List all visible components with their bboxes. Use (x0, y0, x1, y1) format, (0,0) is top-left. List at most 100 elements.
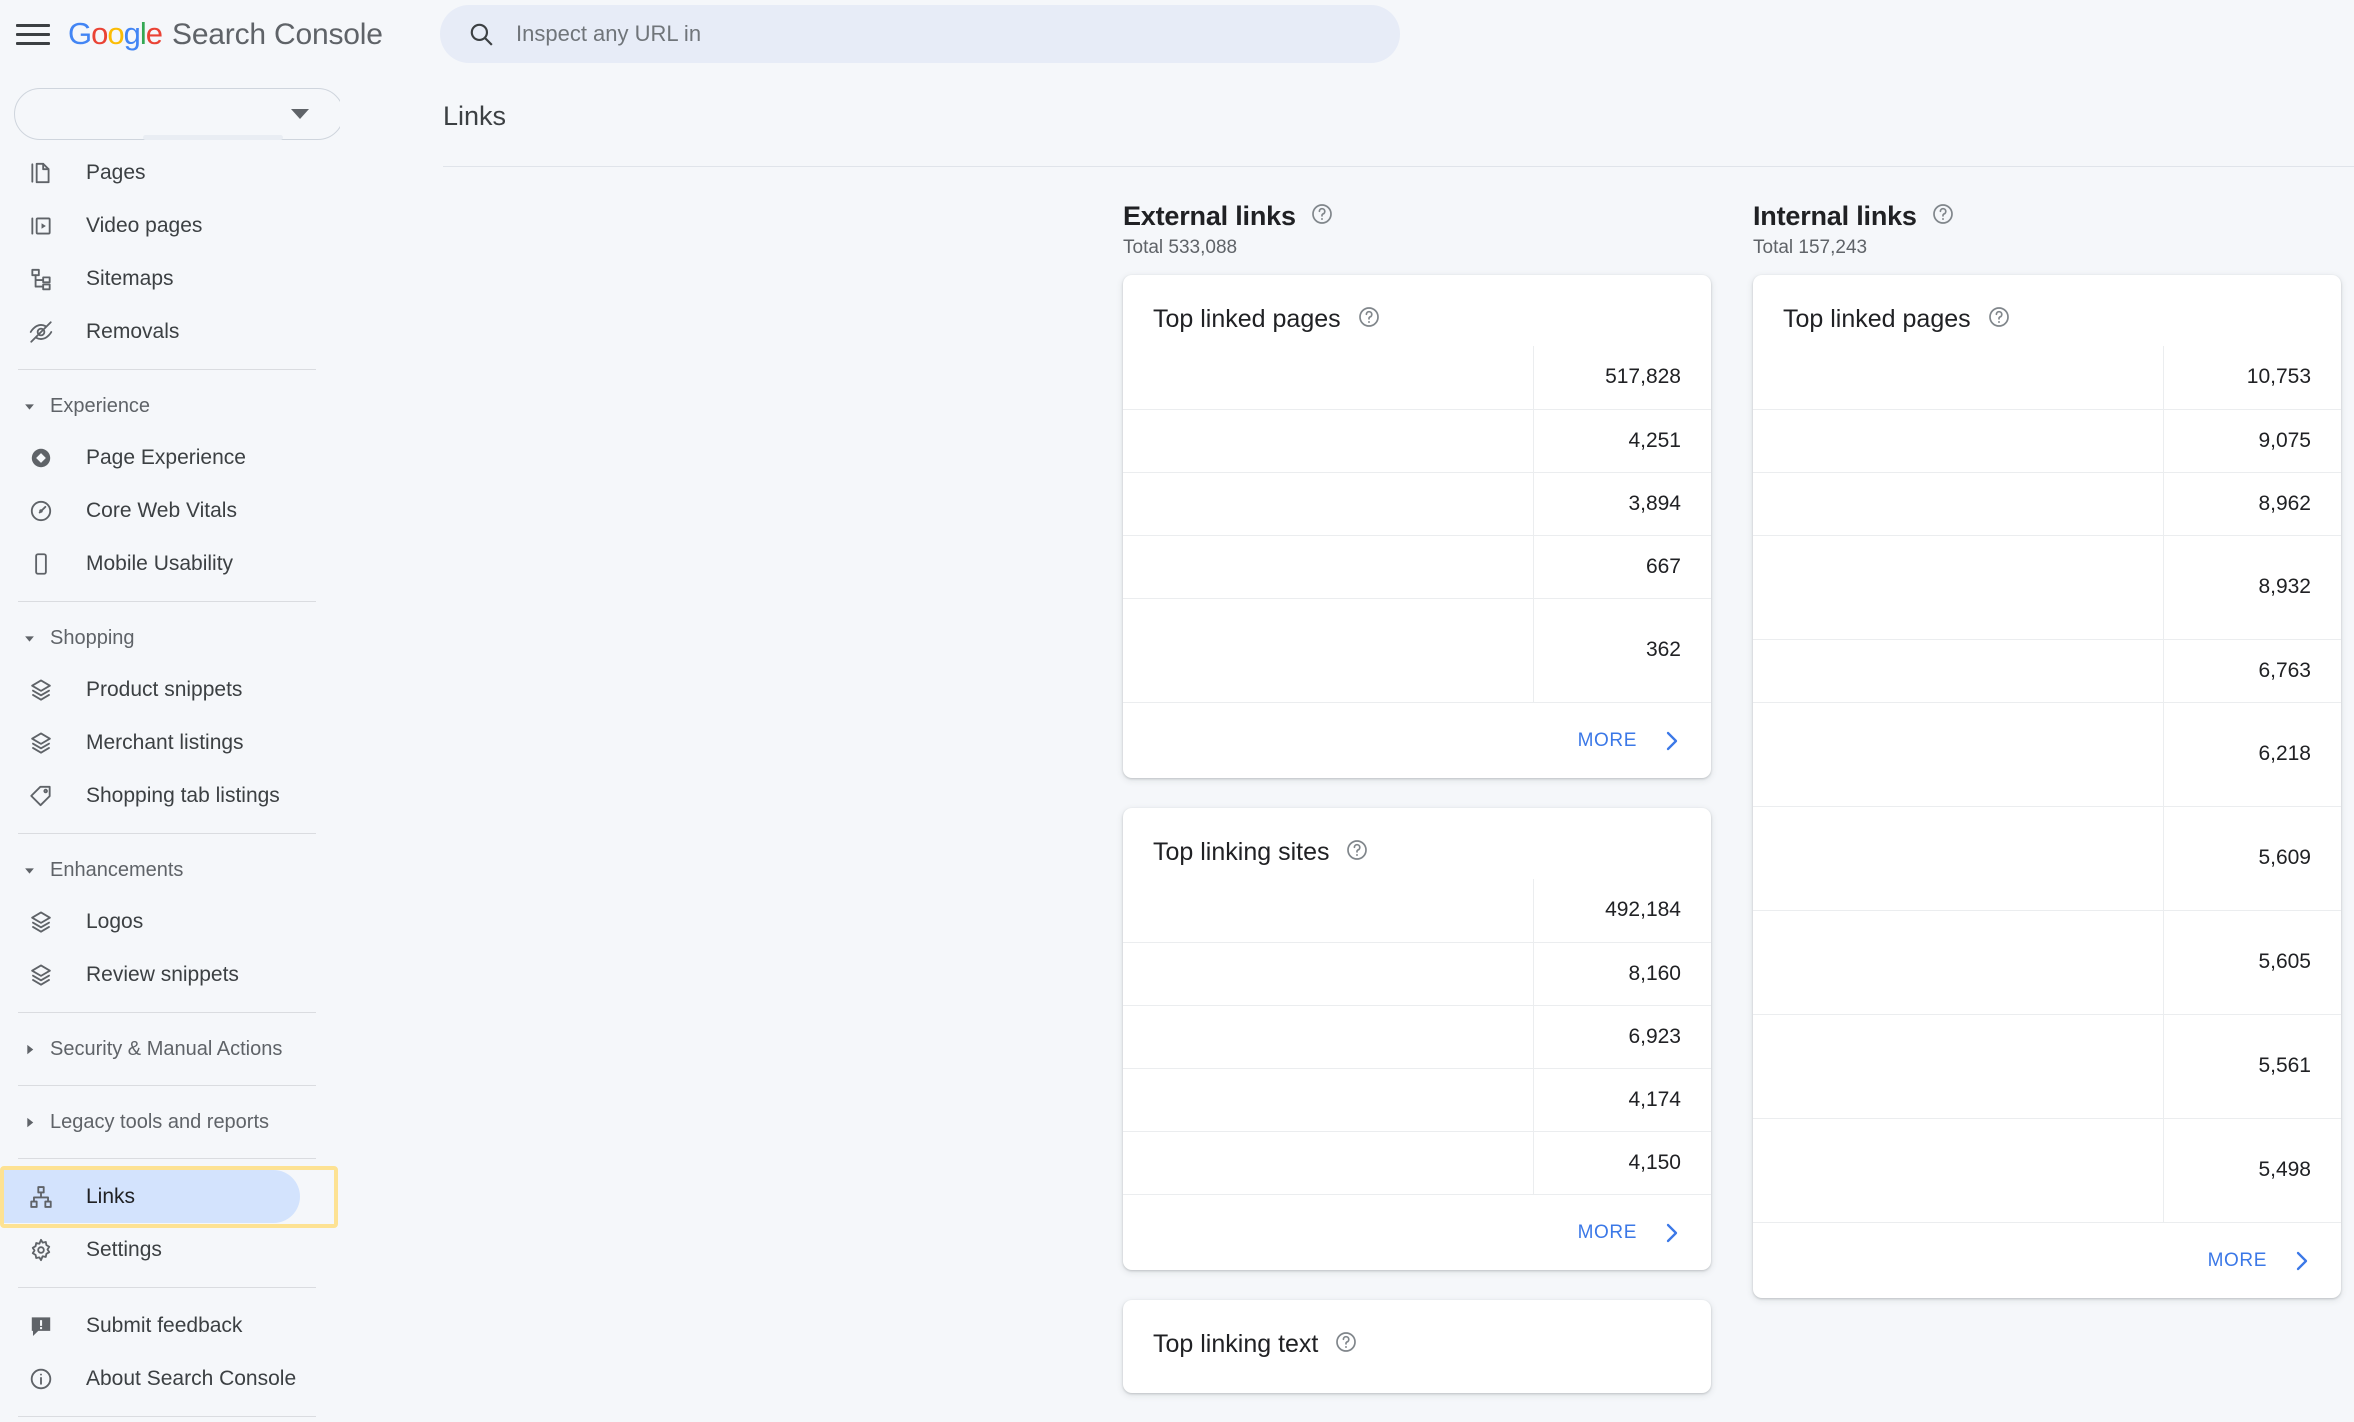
row-value-cell: 5,498 (2162, 1118, 2341, 1222)
sidebar-item-shopping-tab-listings[interactable]: Shopping tab listings (0, 769, 340, 822)
sidebar-item-submit-feedback[interactable]: Submit feedback (0, 1299, 340, 1352)
help-circle-icon[interactable] (1334, 1330, 1358, 1359)
sidebar-item-review-snippets[interactable]: Review snippets (0, 948, 340, 1001)
card-title: Top linked pages (1153, 305, 1341, 333)
row-value-cell: 10,753 (2162, 346, 2341, 409)
more-button[interactable]: MORE (1123, 1194, 1711, 1270)
card-top-linking-text: Top linking text (1123, 1300, 1711, 1393)
row-url-cell (1753, 472, 2163, 535)
google-logo: Google (68, 16, 163, 51)
table-row[interactable]: 6,218 (1753, 702, 2341, 806)
table-row[interactable]: 492,184 (1123, 879, 1711, 942)
sidebar-group-enhancements[interactable]: Enhancements (0, 845, 340, 895)
links-icon (24, 1180, 58, 1214)
sidebar-item-merchant-listings[interactable]: Merchant listings (0, 716, 340, 769)
help-circle-icon[interactable] (1357, 305, 1381, 334)
more-button[interactable]: MORE (1123, 702, 1711, 778)
row-url-cell (1123, 346, 1533, 409)
sidebar-item-removals[interactable]: Removals (0, 305, 340, 358)
table-row[interactable]: 5,605 (1753, 910, 2341, 1014)
property-selector[interactable] (14, 88, 340, 140)
row-value-cell: 5,561 (2162, 1014, 2341, 1118)
table-row[interactable]: 517,828 (1123, 346, 1711, 409)
links-columns: External links Total 533,088 Top linked … (1123, 201, 2354, 1422)
sidebar-item-label: Sitemaps (86, 266, 174, 290)
row-url-cell (1123, 942, 1533, 1005)
card-top-linked-pages: Top linked pages 10,753 9,075 8,962 8,93… (1753, 275, 2341, 1298)
sidebar-item-product-snippets[interactable]: Product snippets (0, 663, 340, 716)
row-url-cell (1123, 879, 1533, 942)
sitemaps-icon (24, 262, 58, 296)
table-row[interactable]: 667 (1123, 535, 1711, 598)
sidebar-item-sitemaps[interactable]: Sitemaps (0, 252, 340, 305)
sidebar-item-label: Logos (86, 909, 144, 933)
row-url-cell (1123, 472, 1533, 535)
hamburger-icon[interactable] (16, 17, 50, 51)
sidebar-group-shopping[interactable]: Shopping (0, 613, 340, 663)
url-inspect-search-bar[interactable]: Inspect any URL in (440, 5, 1400, 63)
sidebar-item-logos[interactable]: Logos (0, 895, 340, 948)
sidebar-item-page-experience[interactable]: Page Experience (0, 431, 340, 484)
table-row[interactable]: 4,174 (1123, 1068, 1711, 1131)
sidebar-item-settings[interactable]: Settings (0, 1223, 340, 1276)
help-circle-icon[interactable] (1987, 305, 2011, 334)
row-value-cell: 6,923 (1532, 1005, 1711, 1068)
row-url-cell (1753, 639, 2163, 702)
row-url-cell (1753, 806, 2163, 910)
row-url-cell (1753, 1118, 2163, 1222)
sidebar-item-pages[interactable]: Pages (0, 146, 340, 199)
sidebar-item-links[interactable]: Links (0, 1165, 338, 1228)
table-row[interactable]: 10,753 (1753, 346, 2341, 409)
table-row[interactable]: 4,251 (1123, 409, 1711, 472)
table-row[interactable]: 9,075 (1753, 409, 2341, 472)
table-row[interactable]: 362 (1123, 598, 1711, 702)
layers-icon (24, 673, 58, 707)
table-row[interactable]: 5,561 (1753, 1014, 2341, 1118)
sidebar-group-legacy-tools-and-reports[interactable]: Legacy tools and reports (0, 1097, 340, 1147)
table-row[interactable]: 3,894 (1123, 472, 1711, 535)
row-value-cell: 8,932 (2162, 535, 2341, 639)
table-row[interactable]: 8,962 (1753, 472, 2341, 535)
sidebar-item-label: Core Web Vitals (86, 498, 237, 522)
table-row[interactable]: 6,923 (1123, 1005, 1711, 1068)
table-row[interactable]: 5,609 (1753, 806, 2341, 910)
pages-icon (24, 156, 58, 190)
row-value-cell: 667 (1532, 535, 1711, 598)
sidebar-group-label: Shopping (50, 626, 135, 649)
sidebar-item-label: Pages (86, 160, 146, 184)
table-row[interactable]: 5,498 (1753, 1118, 2341, 1222)
row-value-cell: 517,828 (1532, 346, 1711, 409)
card-title: Top linked pages (1783, 305, 1971, 333)
links-table: 492,184 8,160 6,923 4,174 4,150 (1123, 879, 1711, 1194)
triangle-down-icon (18, 631, 40, 646)
sidebar-item-label: Submit feedback (86, 1313, 243, 1337)
row-value-cell: 8,962 (2162, 472, 2341, 535)
page-title: Links (443, 101, 507, 131)
row-url-cell (1753, 346, 2163, 409)
sidebar-item-mobile-usability[interactable]: Mobile Usability (0, 537, 340, 590)
table-row[interactable]: 8,932 (1753, 535, 2341, 639)
row-url-cell (1123, 598, 1533, 702)
sidebar-item-core-web-vitals[interactable]: Core Web Vitals (0, 484, 340, 537)
sidebar-divider (18, 369, 316, 370)
column-total: Total 533,088 (1123, 237, 1238, 258)
row-value-cell: 492,184 (1532, 879, 1711, 942)
chevron-right-icon (1659, 729, 1683, 753)
sidebar-item-about-search-console[interactable]: About Search Console (0, 1352, 340, 1405)
help-circle-icon[interactable] (1310, 202, 1334, 231)
column-header: Internal links Total 157,243 (1753, 201, 2341, 259)
row-value-cell: 362 (1532, 598, 1711, 702)
table-row[interactable]: 8,160 (1123, 942, 1711, 1005)
card-header: Top linking sites (1123, 808, 1711, 867)
more-button[interactable]: MORE (1753, 1222, 2341, 1298)
sidebar-item-video-pages[interactable]: Video pages (0, 199, 340, 252)
sidebar-item-label: Links (86, 1184, 136, 1208)
sidebar-group-security-manual-actions[interactable]: Security & Manual Actions (0, 1024, 340, 1074)
help-circle-icon[interactable] (1345, 838, 1369, 867)
layers-icon (24, 726, 58, 760)
help-circle-icon[interactable] (1931, 202, 1955, 231)
table-row[interactable]: 6,763 (1753, 639, 2341, 702)
sidebar-group-experience[interactable]: Experience (0, 381, 340, 431)
table-row[interactable]: 4,150 (1123, 1131, 1711, 1194)
page-experience-icon (24, 441, 58, 475)
